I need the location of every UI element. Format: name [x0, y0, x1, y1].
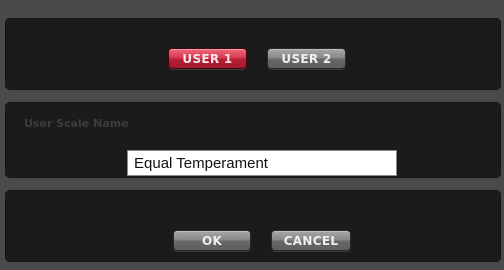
ok-button[interactable]: OK	[173, 230, 251, 251]
user-2-button[interactable]: USER 2	[267, 48, 346, 69]
user-scale-name-label: User Scale Name	[24, 117, 129, 130]
user-scale-name-input[interactable]	[127, 150, 397, 176]
actions-panel	[5, 190, 501, 262]
user-1-button[interactable]: USER 1	[168, 48, 247, 69]
dialog-window: USER 1 USER 2 User Scale Name OK CANCEL	[0, 0, 504, 270]
scale-selector-panel	[5, 18, 501, 90]
cancel-button[interactable]: CANCEL	[271, 230, 351, 251]
